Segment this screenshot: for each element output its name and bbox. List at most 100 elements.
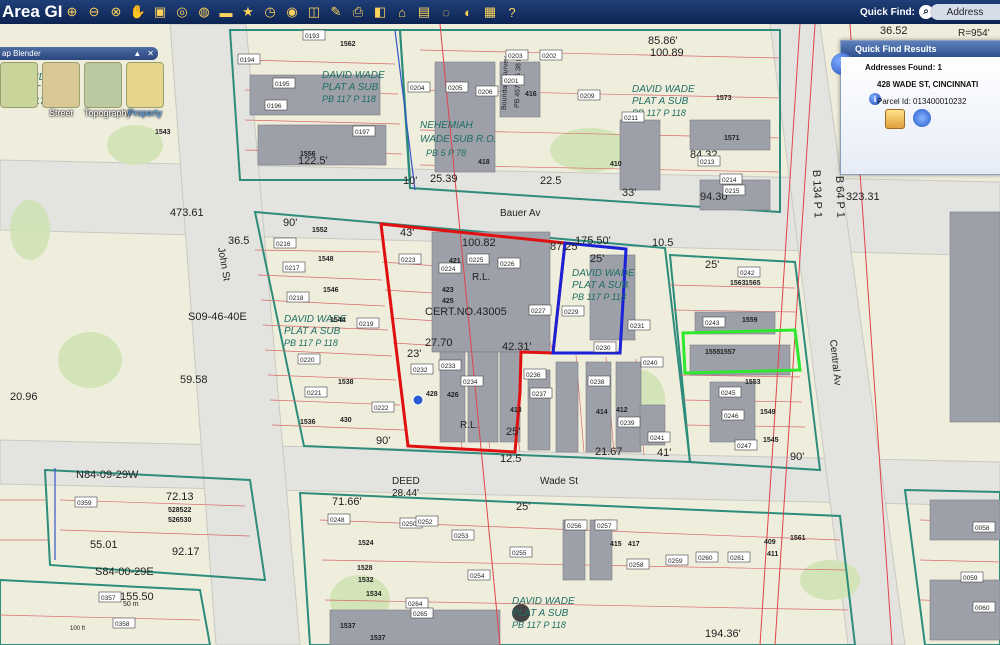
parcel-id-label: 0247 [737, 443, 752, 450]
open-folder-icon[interactable]: ▬ [216, 2, 236, 22]
subdivision-label: DAVID WADE [322, 70, 385, 81]
parcel-id-label: 0239 [620, 420, 635, 427]
overview-icon[interactable]: ◐ [458, 2, 478, 22]
house-number-label: 528522 [168, 507, 191, 514]
app-title: Area GIS [2, 2, 62, 21]
subdivision-label: PB 117 P 118 [572, 292, 626, 302]
parcel-id-label: 0260 [698, 555, 713, 562]
help-icon[interactable]: ? [502, 2, 522, 22]
parcel-id-label: 0202 [542, 53, 557, 60]
parcel-id-label: 0232 [413, 367, 428, 374]
annotation-label: 28.44' [392, 488, 419, 499]
subdivision-label: NEHEMIAH [420, 120, 474, 131]
house-number-label: 412 [616, 407, 628, 414]
pan-hand-icon[interactable]: ✋ [128, 2, 148, 22]
draw-pencil-icon[interactable]: ✎ [326, 2, 346, 22]
house-number-label: 1562 [340, 41, 356, 48]
print-icon[interactable]: ⎙ [348, 2, 368, 22]
property-report-icon[interactable] [885, 109, 905, 129]
subdivision-label: PB 5 P 78 [426, 148, 466, 158]
quick-find-results-panel: i Quick Find Results Addresses Found: 1 … [831, 40, 1000, 175]
dimension-label: 175.50' [575, 235, 611, 247]
house-number-label: 1543 [155, 129, 171, 136]
parcel-id-label: 0205 [448, 85, 463, 92]
collapse-up-icon[interactable]: ▲ [133, 49, 141, 58]
address-button[interactable]: Address [930, 4, 1000, 20]
dimension-label: 25.39 [430, 173, 458, 185]
subdivision-label: WADE SUB R.O. [420, 134, 497, 145]
scale-label: 100 ft [70, 626, 85, 632]
house-number-label: 425 [442, 298, 454, 305]
parcel-id-label: 0241 [650, 435, 665, 442]
zoom-in-icon[interactable]: ⊕ [62, 2, 82, 22]
house-number-label: 1563 [730, 280, 746, 287]
measure-icon[interactable]: ◫ [304, 2, 324, 22]
result-address[interactable]: 428 WADE ST, CINCINNATI [877, 80, 978, 89]
subdivision-label: PLAT A SUB [322, 82, 379, 93]
parcel-id-label: 0195 [275, 81, 290, 88]
parcel-id-label: 0256 [567, 523, 582, 530]
house-number-label: 1537 [370, 635, 386, 642]
save-icon[interactable]: ▦ [480, 2, 500, 22]
buffer-icon[interactable]: ◌ [436, 2, 456, 22]
email-icon[interactable] [913, 109, 931, 127]
basemap-thumbnail [84, 62, 122, 108]
annotation-label: DEED [392, 476, 420, 487]
dimension-label: 92.17 [172, 546, 200, 558]
parcel-id-label: 0243 [705, 320, 720, 327]
subdivision-label: PLAT A SUB [284, 326, 341, 337]
dimension-label: 25' [516, 501, 530, 513]
annotation-label: B 134 P 1 [810, 170, 824, 219]
full-extent-icon[interactable]: ◎ [172, 2, 192, 22]
home-icon[interactable]: ⌂ [392, 2, 412, 22]
dimension-label: 36.52 [880, 25, 908, 37]
house-number-label: 1565 [745, 280, 761, 287]
dimension-label: 36.5 [228, 235, 249, 247]
close-icon[interactable]: ✕ [147, 49, 154, 58]
house-number-label: 413 [510, 407, 522, 414]
house-number-label: 1536 [300, 419, 316, 426]
house-number-label: 1545 [763, 437, 779, 444]
house-number-label: 1549 [760, 409, 776, 416]
zoom-out-icon[interactable]: ⊖ [84, 2, 104, 22]
house-number-label: 414 [596, 409, 608, 416]
parcel-id-label: 0214 [722, 177, 737, 184]
globe-icon[interactable]: ◍ [194, 2, 214, 22]
basemap-option[interactable]: Topography [84, 62, 131, 118]
print-map-icon[interactable]: ▤ [414, 2, 434, 22]
dimension-label: 20.96 [10, 391, 38, 403]
parcel-id-label: 0218 [289, 295, 304, 302]
select-box-icon[interactable]: ▣ [150, 2, 170, 22]
bookmark-star-icon[interactable]: ★ [238, 2, 258, 22]
dimension-label: 72.13 [166, 491, 194, 503]
building-footprint [929, 499, 1000, 541]
history-clock-icon[interactable]: ◷ [260, 2, 280, 22]
parcel-id-label: 0240 [643, 360, 658, 367]
house-number-label: 1538 [338, 379, 354, 386]
parcel-id-label: 0233 [441, 363, 456, 370]
basemap-option[interactable]: Street [42, 62, 80, 118]
basemap-thumbnail [0, 62, 38, 108]
parcel-id-label: 0242 [740, 270, 755, 277]
parcel-id-label: 0217 [285, 265, 300, 272]
parcel-id-label: 0223 [401, 257, 416, 264]
basemap-option[interactable] [0, 62, 38, 118]
house-number-label: 1524 [358, 540, 374, 547]
house-number-label: 1532 [358, 577, 374, 584]
dimension-label: 90' [790, 451, 804, 463]
parcel-id-label: 0220 [300, 357, 315, 364]
house-number-label: 1537 [340, 623, 356, 630]
annotation-label: R.L. [472, 272, 490, 283]
zoom-extent-icon[interactable]: ⊗ [106, 2, 126, 22]
house-number-label: 1553 [745, 379, 761, 386]
parcel-id-label: 0248 [330, 517, 345, 524]
dimension-label: 22.5 [540, 175, 561, 187]
subdivision-label: PB 117 P 118 [322, 94, 376, 104]
location-marker-icon[interactable] [412, 394, 424, 406]
basemap-option[interactable]: Property [126, 62, 164, 118]
layers-icon[interactable]: ◧ [370, 2, 390, 22]
identify-icon[interactable]: ◉ [282, 2, 302, 22]
house-number-label: 1561 [790, 535, 806, 542]
house-number-label: 410 [610, 161, 622, 168]
parcel-id-label: 0219 [359, 321, 374, 328]
